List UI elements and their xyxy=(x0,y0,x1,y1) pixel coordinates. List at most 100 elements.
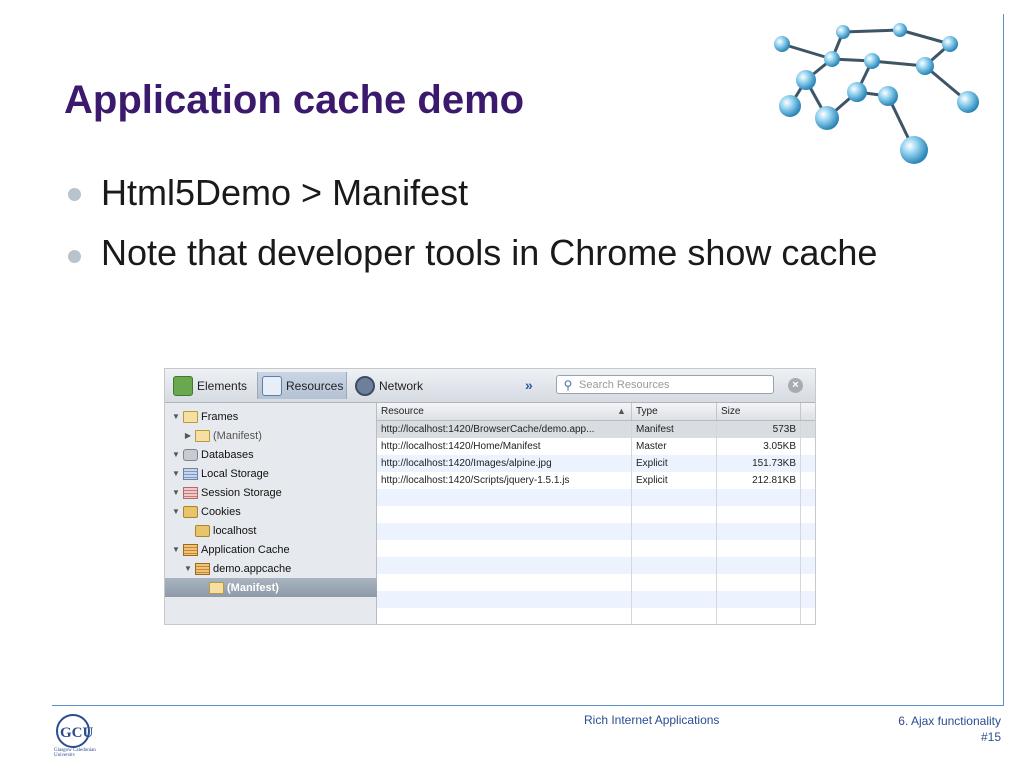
search-field[interactable]: ⚲ xyxy=(556,375,774,394)
cell-empty xyxy=(377,608,632,624)
svg-text:GCU: GCU xyxy=(60,725,94,741)
gcu-logo: GCU Glasgow Caledonian University xyxy=(54,714,96,756)
cell-empty xyxy=(377,557,632,574)
application-cache-icon xyxy=(195,562,210,575)
cell-empty xyxy=(632,574,717,591)
cell-size: 573B xyxy=(717,421,801,438)
cell-empty xyxy=(717,608,801,624)
slide-title: Application cache demo xyxy=(64,78,525,122)
tab-elements[interactable]: Elements xyxy=(169,372,251,399)
tree-item-label: Databases xyxy=(201,448,254,461)
tree-item-demo-appcache[interactable]: ▼ demo.appcache xyxy=(165,559,394,578)
empty-row xyxy=(377,591,815,608)
tree-item-cookies[interactable]: ▼ Cookies xyxy=(165,502,382,521)
empty-row xyxy=(377,489,815,506)
network-icon xyxy=(355,375,375,396)
table-row[interactable]: http://localhost:1420/Home/Manifest Mast… xyxy=(377,438,815,455)
empty-row xyxy=(377,506,815,523)
slide-bottom-rule xyxy=(52,705,1004,706)
tree-item-label: (Manifest) xyxy=(227,581,279,594)
tree-item-local-storage[interactable]: ▼ Local Storage xyxy=(165,464,382,483)
cell-empty xyxy=(717,523,801,540)
tree-item-session-storage[interactable]: ▼ Session Storage xyxy=(165,483,382,502)
tree-item-localhost[interactable]: localhost xyxy=(165,521,404,540)
tab-network[interactable]: Network xyxy=(351,372,433,399)
column-header-resource[interactable]: Resource xyxy=(377,403,632,420)
elements-icon xyxy=(173,375,193,396)
tab-label: Elements xyxy=(197,378,248,393)
expand-triangle-icon[interactable]: ▼ xyxy=(171,488,181,497)
search-input[interactable] xyxy=(579,378,769,391)
tree-item-label: (Manifest) xyxy=(213,429,262,442)
folder-icon xyxy=(183,410,198,423)
cell-type: Explicit xyxy=(632,455,717,472)
session-storage-icon xyxy=(183,486,198,499)
footer-section: 6. Ajax functionality xyxy=(898,714,1001,728)
cell-type: Master xyxy=(632,438,717,455)
local-storage-icon xyxy=(183,467,198,480)
cell-empty xyxy=(632,591,717,608)
cell-empty xyxy=(377,489,632,506)
bullet-list: Html5Demo > Manifest Note that developer… xyxy=(64,166,944,278)
cell-empty xyxy=(717,574,801,591)
tree-item-frames[interactable]: ▼ Frames xyxy=(165,407,382,426)
cell-type: Manifest xyxy=(632,421,717,438)
empty-row xyxy=(377,540,815,557)
devtools-toolbar: Elements Resources Network » ⚲ × xyxy=(165,369,815,403)
column-header-type[interactable]: Type xyxy=(632,403,717,420)
bullet-item: Note that developer tools in Chrome show… xyxy=(64,228,944,278)
tab-label: Resources xyxy=(286,378,344,393)
table-row[interactable]: http://localhost:1420/Scripts/jquery-1.5… xyxy=(377,472,815,489)
bullet-dot-icon xyxy=(68,250,81,263)
cell-empty xyxy=(717,557,801,574)
database-icon xyxy=(183,448,198,461)
cell-empty xyxy=(717,591,801,608)
cell-resource: http://localhost:1420/Home/Manifest xyxy=(377,438,632,455)
cell-empty xyxy=(632,506,717,523)
cell-empty xyxy=(632,608,717,624)
cell-empty xyxy=(377,591,632,608)
cell-empty xyxy=(717,489,801,506)
tree-item-label: demo.appcache xyxy=(213,562,292,575)
bullet-text: Html5Demo > Manifest xyxy=(101,172,469,213)
cell-empty xyxy=(632,540,717,557)
empty-row xyxy=(377,523,815,540)
table-row[interactable]: http://localhost:1420/BrowserCache/demo.… xyxy=(377,421,815,438)
empty-row xyxy=(377,557,815,574)
more-tabs-button[interactable]: » xyxy=(525,377,533,393)
cell-type: Explicit xyxy=(632,472,717,489)
close-icon[interactable]: × xyxy=(788,378,803,393)
table-row[interactable]: http://localhost:1420/Images/alpine.jpg … xyxy=(377,455,815,472)
resource-grid: Resource ▲ Type Size http://localhost:14… xyxy=(377,403,815,624)
tab-resources[interactable]: Resources xyxy=(257,372,347,399)
cell-empty xyxy=(632,557,717,574)
cookie-icon xyxy=(183,505,198,518)
cell-empty xyxy=(632,489,717,506)
cell-empty xyxy=(717,540,801,557)
tree-item-databases[interactable]: ▼ Databases xyxy=(165,445,382,464)
footer-section-info: 6. Ajax functionality #15 xyxy=(898,713,1001,745)
tab-label: Network xyxy=(379,378,424,393)
bullet-dot-icon xyxy=(68,188,81,201)
expand-triangle-icon[interactable]: ▼ xyxy=(171,450,181,459)
bullet-item: Html5Demo > Manifest xyxy=(64,166,944,220)
cell-size: 151.73KB xyxy=(717,455,801,472)
collapse-triangle-icon[interactable]: ▶ xyxy=(183,431,193,440)
column-header-size[interactable]: Size xyxy=(717,403,801,420)
application-cache-icon xyxy=(183,543,198,556)
expand-triangle-icon[interactable]: ▼ xyxy=(171,412,181,421)
tree-item-application-cache[interactable]: ▼ Application Cache xyxy=(165,540,382,559)
tree-item-frame-manifest[interactable]: ▶ (Manifest) xyxy=(165,426,394,445)
expand-triangle-icon[interactable]: ▼ xyxy=(183,564,193,573)
tree-item-label: Session Storage xyxy=(201,486,282,499)
cell-empty xyxy=(377,574,632,591)
resources-sidebar: ▼ Frames ▶ (Manifest) ▼ Databases ▼ Loca… xyxy=(165,403,418,624)
tree-item-label: Frames xyxy=(201,410,239,423)
expand-triangle-icon[interactable]: ▼ xyxy=(171,507,181,516)
resources-icon xyxy=(262,375,282,396)
cell-empty xyxy=(377,506,632,523)
expand-triangle-icon[interactable]: ▼ xyxy=(171,545,181,554)
cell-resource: http://localhost:1420/BrowserCache/demo.… xyxy=(377,421,632,438)
expand-triangle-icon[interactable]: ▼ xyxy=(171,469,181,478)
cell-resource: http://localhost:1420/Images/alpine.jpg xyxy=(377,455,632,472)
